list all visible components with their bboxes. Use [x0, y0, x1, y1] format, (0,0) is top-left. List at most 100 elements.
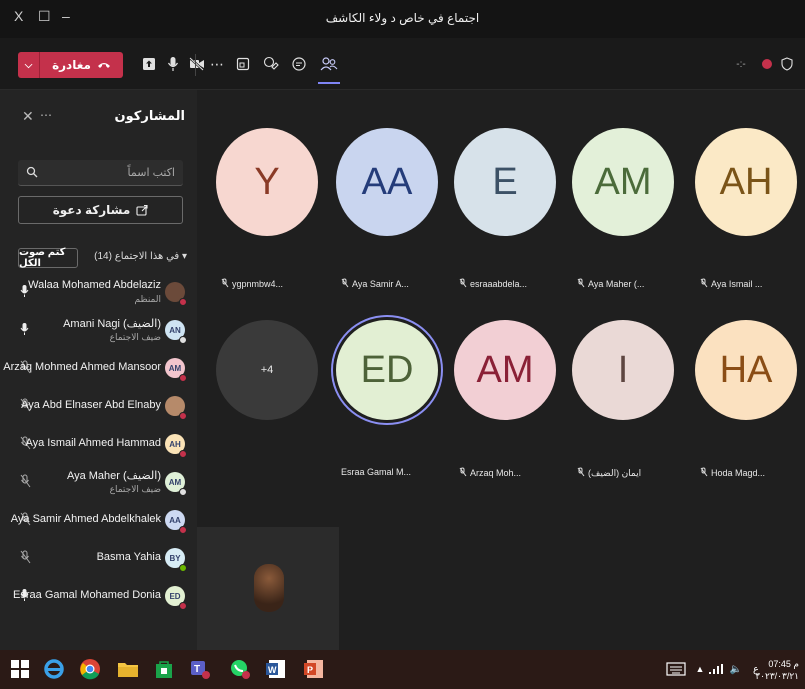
windows-taskbar: T W P ▲ 🔈 ع 07:45 م ٢٠٢٣/٠٣/٢١	[0, 650, 805, 689]
participant-name: Basma Yahia	[96, 551, 161, 563]
svg-text:W: W	[268, 665, 277, 675]
word-icon[interactable]: W	[262, 655, 290, 683]
leave-button[interactable]: ⌵ مغادرة	[18, 52, 123, 78]
tile-name-label: Hoda Magd...	[700, 467, 765, 479]
section-header[interactable]: في هذا الاجتماع (14) ▾	[94, 251, 187, 262]
presence-status-icon	[179, 564, 187, 572]
more-options-icon[interactable]: ⋯	[206, 53, 228, 75]
rooms-icon[interactable]	[232, 53, 254, 75]
tile-name-label: Aya Samir A...	[341, 278, 409, 290]
store-icon[interactable]	[150, 655, 178, 683]
tile-name-label: Aya Ismail ...	[700, 278, 762, 290]
system-clock[interactable]: 07:45 م ٢٠٢٣/٠٣/٢١	[755, 658, 799, 682]
file-explorer-icon[interactable]	[114, 655, 142, 683]
microphone-off-icon	[221, 278, 229, 290]
more-options-icon[interactable]: ⋯	[40, 108, 52, 122]
tile-initials: HA	[719, 348, 773, 391]
chrome-icon[interactable]	[76, 655, 104, 683]
teams-icon[interactable]: T	[186, 655, 214, 683]
participant-tile[interactable]: E	[454, 128, 556, 236]
participant-row[interactable]: Amani Nagi (الضيف) ضيف الاجتماع AN	[0, 313, 197, 349]
react-icon[interactable]	[260, 53, 282, 75]
camera-off-icon[interactable]	[186, 53, 208, 75]
participant-row[interactable]: Aya Abd Elnaser Abd Elnaby	[0, 389, 197, 425]
whatsapp-icon[interactable]	[226, 655, 254, 683]
share-invite-button[interactable]: مشاركة دعوة	[18, 196, 183, 224]
tile-name: Aya Samir A...	[352, 279, 409, 289]
tile-name: Esraa Gamal M...	[341, 467, 412, 477]
microphone-off-icon	[20, 474, 31, 493]
meeting-toolbar: ⌵ مغادرة ⋯ -:-	[0, 38, 805, 90]
panel-title: المشاركون	[114, 108, 185, 123]
tile-name: ايمان (الضيف)	[588, 467, 642, 478]
mute-all-button[interactable]: كتم صوت الكل	[18, 247, 78, 269]
presence-status-icon	[179, 488, 187, 496]
tile-name-label: Esraa Gamal M...	[341, 467, 411, 477]
participant-row[interactable]: Aya Ismail Ahmed Hammad AH	[0, 427, 197, 463]
window-title-bar: X ☐ – اجتماع في خاص د ولاء الكاشف	[0, 0, 805, 38]
timer-icon: -:-	[736, 58, 746, 70]
toolbar-divider	[195, 54, 196, 76]
leave-label: مغادرة	[52, 58, 91, 72]
in-meeting-section: كتم صوت الكل في هذا الاجتماع (14) ▾	[0, 247, 197, 270]
start-menu-icon[interactable]	[6, 655, 34, 683]
participant-tile[interactable]: Y	[216, 128, 318, 236]
tile-name: Aya Maher (...	[588, 279, 645, 289]
microphone-off-icon	[700, 467, 708, 479]
participant-tile[interactable]: AM	[572, 128, 674, 236]
people-icon[interactable]	[318, 53, 340, 75]
participant-row[interactable]: Basma Yahia BY	[0, 541, 197, 577]
microphone-off-icon	[577, 467, 585, 479]
participant-role: المنظم	[134, 294, 161, 304]
tile-initials: AM	[476, 348, 534, 391]
participant-tile[interactable]: I	[572, 320, 674, 420]
tile-name: ygpnmbw4...	[232, 279, 284, 289]
tile-name: Arzaq Moh...	[470, 468, 522, 478]
microphone-icon[interactable]	[162, 53, 184, 75]
presence-status-icon	[179, 602, 187, 610]
search-placeholder: اكتب اسماً	[127, 167, 175, 179]
share-screen-icon[interactable]	[138, 53, 160, 75]
participant-name: Aya Abd Elnaser Abd Elnaby	[21, 399, 161, 411]
active-tab-indicator	[318, 82, 340, 84]
tile-name-label: ايمان (الضيف)	[577, 467, 641, 479]
tile-name: Aya Ismail ...	[711, 279, 763, 289]
search-icon	[26, 165, 38, 183]
participant-tile[interactable]: AA	[336, 128, 438, 236]
participant-name: Aya Samir Ahmed Abdelkhalek	[10, 513, 161, 525]
participant-role: ضيف الاجتماع	[109, 332, 161, 342]
presence-status-icon	[179, 336, 187, 344]
self-video-thumbnail	[254, 564, 284, 612]
participant-row[interactable]: Walaa Mohamed Abdelaziz المنظم	[0, 275, 197, 311]
search-input[interactable]: اكتب اسماً	[18, 160, 183, 186]
more-participants-tile[interactable]: +4	[216, 320, 318, 420]
participant-row[interactable]: Aya Samir Ahmed Abdelkhalek AA	[0, 503, 197, 539]
tile-name-label: Aya Maher (...	[577, 278, 644, 290]
participant-name: Esraa Gamal Mohamed Donia	[13, 589, 161, 601]
tile-initials: AM	[594, 160, 652, 203]
close-panel-icon[interactable]: ✕	[22, 108, 34, 125]
tile-initials: +4	[260, 364, 274, 376]
participant-tile[interactable]: AM	[454, 320, 556, 420]
tile-name-label: Arzaq Moh...	[459, 467, 521, 479]
chat-icon[interactable]	[288, 53, 310, 75]
participant-name: Amani Nagi (الضيف)	[63, 318, 161, 330]
internet-explorer-icon[interactable]	[40, 655, 68, 683]
microphone-off-icon	[700, 278, 708, 290]
participant-tile[interactable]: AH	[695, 128, 797, 236]
chevron-down-icon[interactable]: ⌵	[18, 52, 40, 78]
svg-text:P: P	[307, 665, 313, 675]
self-video-tile[interactable]	[197, 527, 339, 650]
participant-role: ضيف الاجتماع	[109, 484, 161, 494]
participant-name: Walaa Mohamed Abdelaziz	[28, 279, 161, 291]
tile-name: esraaabdela...	[470, 279, 528, 289]
participant-tile[interactable]: ED	[336, 320, 438, 420]
powerpoint-icon[interactable]: P	[300, 655, 328, 683]
participant-row[interactable]: Aya Maher (الضيف) ضيف الاجتماع AM	[0, 465, 197, 501]
participant-row[interactable]: Esraa Gamal Mohamed Donia ED	[0, 579, 197, 615]
participant-row[interactable]: Arzaq Mohmed Ahmed Mansoor AM	[0, 351, 197, 387]
participant-tile[interactable]: HA	[695, 320, 797, 420]
tile-initials: AA	[361, 160, 413, 203]
shield-icon	[776, 53, 798, 75]
tile-initials: ED	[360, 348, 414, 391]
